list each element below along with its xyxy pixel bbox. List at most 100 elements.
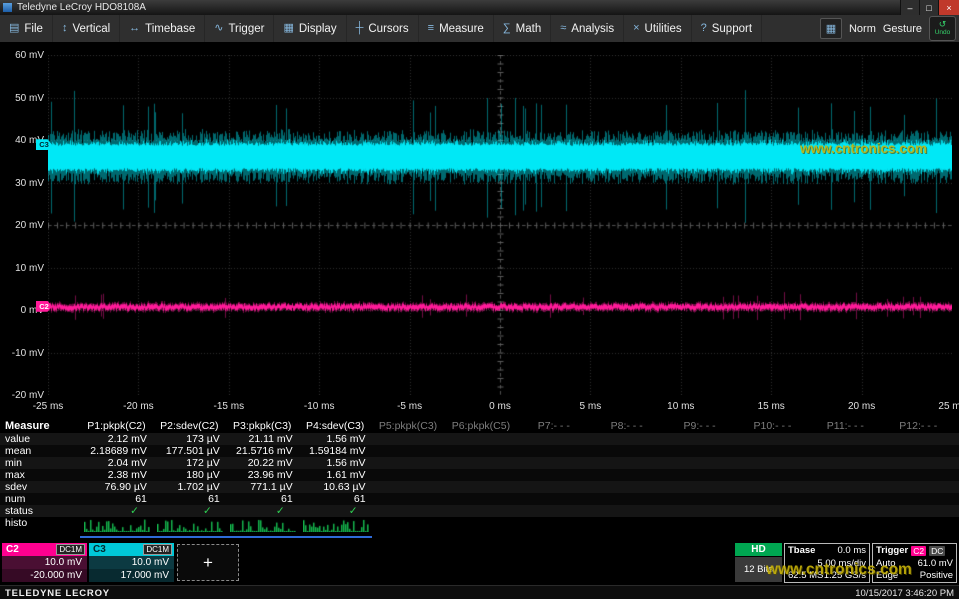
measure-value [663,445,736,457]
measure-column-header[interactable]: P1:pkpk(C2) [80,420,153,433]
x-axis-label: -5 ms [397,401,422,412]
c3-coupling-badge: DC1M [143,544,172,555]
measure-value [663,493,736,505]
measure-value [590,481,663,493]
measure-column-header[interactable]: P12:- - - [882,420,955,433]
maximize-button[interactable]: □ [919,0,938,15]
measure-value [809,469,882,481]
measure-value: 2.38 mV [80,469,153,481]
measure-value: 177.501 µV [153,445,226,457]
measure-value [882,457,955,469]
measure-value [736,445,809,457]
measure-value: 21.11 mV [226,433,299,445]
measure-row-sdev: sdev76.90 µV1.702 µV771.1 µV10.63 µV [0,481,959,493]
y-axis-label: 10 mV [0,263,44,274]
menu-label: Cursors [368,23,408,35]
measure-row-histo: histo [0,517,959,534]
y-axis-label: 20 mV [0,220,44,231]
measure-value [590,469,663,481]
gesture-toggle[interactable]: Gesture [883,23,922,35]
histogram-cell [226,517,299,534]
menu-vertical[interactable]: ↕ Vertical [53,15,120,42]
menu-label: Vertical [72,23,110,35]
trigger-box[interactable]: Trigger C2 DC Auto 61.0 mV Edge Positive [872,543,957,583]
measure-value [517,469,590,481]
x-axis-label: 15 ms [758,401,785,412]
histogram-sparkline [84,519,150,532]
y-axis-label: 50 mV [0,93,44,104]
timebase-box[interactable]: Tbase 0.0 ms 5.00 ms/div 62.5 MS 1.25 GS… [784,543,870,583]
menu-support[interactable]: ?Support [692,15,762,42]
title-bar: Teledyne LeCroy HDO8108A – □ × [0,0,959,16]
measure-value: 771.1 µV [226,481,299,493]
measure-value [663,469,736,481]
analysis-icon: ≈ [560,23,566,34]
measure-column-header[interactable]: P6:pkpk(C5) [444,420,517,433]
measure-column-header[interactable]: P5:pkpk(C3) [372,420,445,433]
measure-value: 172 µV [153,457,226,469]
measure-column-header[interactable]: P8:- - - [590,420,663,433]
menu-utilities[interactable]: ×Utilities [624,15,692,42]
trigger-level: 61.0 mV [918,558,953,569]
teledyne-lecroy-logo: TELEDYNE LECROY [5,588,110,599]
histogram-cell [663,517,736,534]
hd-mode-box[interactable]: HD 12 Bits [735,543,782,583]
measure-value [663,433,736,445]
histogram-cell [517,517,590,534]
measure-value: 61 [80,493,153,505]
measure-value [372,445,445,457]
x-axis-label: 10 ms [667,401,694,412]
cursors-icon: ┼ [356,23,364,34]
measure-value [736,433,809,445]
c2-label: C2 [2,544,19,555]
menu-trigger[interactable]: ∿Trigger [205,15,274,42]
add-trace-button[interactable]: + [177,544,239,581]
measure-value [517,445,590,457]
menu-measure[interactable]: ≡Measure [419,15,494,42]
menu-cursors[interactable]: ┼ Cursors [347,15,419,42]
menu-timebase[interactable]: ↔Timebase [120,15,205,42]
minimize-button[interactable]: – [900,0,919,15]
menu-label: Support [712,23,752,35]
measure-column-header[interactable]: P11:- - - [809,420,882,433]
waveform-canvas[interactable] [48,55,952,395]
menu-analysis[interactable]: ≈Analysis [551,15,624,42]
measure-column-header[interactable]: P9:- - - [663,420,736,433]
channel-c3-descriptor[interactable]: C3 DC1M 10.0 mV 17.000 mV [89,543,174,583]
measure-column-header[interactable]: P3:pkpk(C3) [226,420,299,433]
measure-value: 21.5716 mV [226,445,299,457]
y-axis-label: 30 mV [0,178,44,189]
tbase-rate: 1.25 GS/s [824,570,866,581]
measure-row-label: value [0,433,80,445]
measure-value: 1.56 mV [299,433,372,445]
menu-math[interactable]: ∑Math [494,15,551,42]
menu-bar: ▤File↕Vertical↔Timebase∿Trigger▦Display┼… [0,15,959,43]
x-axis-label: 20 ms [848,401,875,412]
measure-column-header[interactable]: P2:sdev(C2) [153,420,226,433]
status-check: ✓ [80,505,153,517]
menu-file[interactable]: ▤File [0,15,53,42]
measure-value [372,481,445,493]
measure-column-header[interactable]: P7:- - - [517,420,590,433]
measure-row-label: status [0,505,80,517]
x-axis-label: -25 ms [33,401,64,412]
measure-value [517,457,590,469]
status-check: ✓ [153,505,226,517]
measure-title: Measure [0,420,80,433]
measure-column-header[interactable]: P10:- - - [736,420,809,433]
c3-label: C3 [89,544,106,555]
undo-button[interactable]: ↺ Undo [929,16,956,41]
menu-display[interactable]: ▦Display [274,15,346,42]
grid-display-button[interactable]: ▦ [820,18,842,39]
measure-value: 61 [226,493,299,505]
channel-c2-descriptor[interactable]: C2 DC1M 10.0 mV -20.000 mV [2,543,87,583]
measure-value [809,493,882,505]
measure-column-header[interactable]: P4:sdev(C3) [299,420,372,433]
menu-label: Measure [439,23,484,35]
measure-value: 61 [153,493,226,505]
tbase-label: Tbase [788,545,815,556]
trigger-source-badge: C2 [911,546,926,556]
menu-label: Math [516,23,542,35]
close-button[interactable]: × [938,0,959,15]
vertical-icon: ↕ [62,23,68,34]
